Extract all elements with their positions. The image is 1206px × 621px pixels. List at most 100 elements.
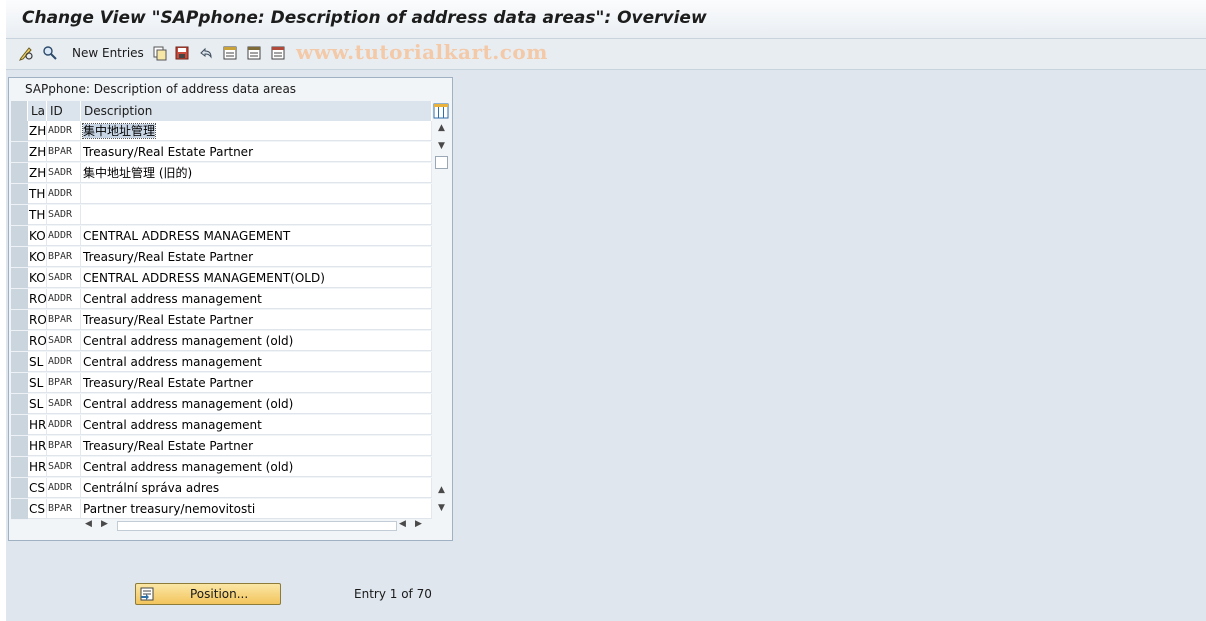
scroll-right-end-icon[interactable]: ▶	[415, 519, 422, 529]
table-row[interactable]: RO SADR Central address management (old)	[11, 331, 432, 352]
table-row[interactable]: HR BPAR Treasury/Real Estate Partner	[11, 436, 432, 457]
table-row[interactable]: ZH SADR 集中地址管理 (旧的)	[11, 163, 432, 184]
scroll-down-icon[interactable]: ▼	[438, 141, 445, 151]
row-selector[interactable]	[11, 205, 28, 226]
column-header-description[interactable]: Description	[81, 101, 432, 121]
table-row[interactable]: TH ADDR	[11, 184, 432, 205]
row-selector[interactable]	[11, 142, 28, 163]
cell-language: KO	[28, 247, 47, 267]
description-text: Central address management	[83, 418, 262, 432]
save-as-icon[interactable]	[174, 45, 190, 61]
row-selector[interactable]	[11, 457, 28, 478]
table-row[interactable]: KO BPAR Treasury/Real Estate Partner	[11, 247, 432, 268]
cell-description[interactable]: Central address management (old)	[81, 457, 432, 477]
deselect-icon[interactable]	[246, 45, 262, 61]
description-text: CENTRAL ADDRESS MANAGEMENT	[83, 229, 291, 243]
table-control-panel: SAPphone: Description of address data ar…	[8, 77, 453, 541]
row-selector[interactable]	[11, 121, 28, 142]
cell-language: RO	[28, 331, 47, 351]
table-row[interactable]: TH SADR	[11, 205, 432, 226]
horizontal-scroll-track[interactable]	[117, 521, 397, 531]
cell-description[interactable]: Central address management	[81, 289, 432, 309]
cell-description[interactable]: Treasury/Real Estate Partner	[81, 142, 432, 162]
display-glasses-icon[interactable]	[42, 45, 58, 61]
copy-icon[interactable]	[152, 45, 168, 61]
table-row[interactable]: SL ADDR Central address management	[11, 352, 432, 373]
cell-id: SADR	[47, 268, 81, 288]
description-text: Central address management (old)	[83, 334, 294, 348]
edit-pencil-icon[interactable]	[18, 45, 34, 61]
description-text: Central address management (old)	[83, 460, 294, 474]
cell-description[interactable]: Central address management (old)	[81, 331, 432, 351]
cell-language: RO	[28, 310, 47, 330]
position-icon	[140, 587, 154, 601]
cell-description[interactable]: Treasury/Real Estate Partner	[81, 247, 432, 267]
table-row[interactable]: KO ADDR CENTRAL ADDRESS MANAGEMENT	[11, 226, 432, 247]
table-row[interactable]: SL SADR Central address management (old)	[11, 394, 432, 415]
scroll-page-down-icon[interactable]: ▼	[438, 503, 445, 513]
row-selector[interactable]	[11, 331, 28, 352]
row-selector[interactable]	[11, 352, 28, 373]
cell-language: ZH	[28, 163, 47, 183]
row-selector[interactable]	[11, 289, 28, 310]
cell-description[interactable]: Treasury/Real Estate Partner	[81, 310, 432, 330]
column-header-id[interactable]: ID	[47, 101, 81, 121]
table-row[interactable]: SL BPAR Treasury/Real Estate Partner	[11, 373, 432, 394]
cell-description[interactable]: Centrální správa adres	[81, 478, 432, 498]
scroll-page-up-icon[interactable]: ▲	[438, 485, 445, 495]
cell-description[interactable]: Central address management (old)	[81, 394, 432, 414]
cell-description[interactable]: Treasury/Real Estate Partner	[81, 373, 432, 393]
cell-description[interactable]: Partner treasury/nemovitosti	[81, 499, 432, 519]
table-row[interactable]: RO BPAR Treasury/Real Estate Partner	[11, 310, 432, 331]
cell-description[interactable]	[81, 205, 432, 225]
column-header-la[interactable]: La	[28, 101, 47, 121]
row-selector[interactable]	[11, 373, 28, 394]
select-all-icon[interactable]	[222, 45, 238, 61]
table-row[interactable]: CS BPAR Partner treasury/nemovitosti	[11, 499, 432, 520]
table-row[interactable]: CS ADDR Centrální správa adres	[11, 478, 432, 499]
row-selector[interactable]	[11, 415, 28, 436]
cell-description[interactable]: Central address management	[81, 352, 432, 372]
table-row[interactable]: RO ADDR Central address management	[11, 289, 432, 310]
table-settings-icon[interactable]	[433, 103, 449, 119]
row-selector[interactable]	[11, 268, 28, 289]
select-block-icon[interactable]	[270, 45, 286, 61]
cell-description[interactable]: Treasury/Real Estate Partner	[81, 436, 432, 456]
position-button[interactable]: Position...	[135, 583, 281, 605]
select-all-rows-header[interactable]	[11, 101, 28, 121]
table-row[interactable]: KO SADR CENTRAL ADDRESS MANAGEMENT(OLD)	[11, 268, 432, 289]
cell-description[interactable]: 集中地址管理	[81, 121, 432, 141]
table-row[interactable]: HR ADDR Central address management	[11, 415, 432, 436]
cell-description[interactable]: 集中地址管理 (旧的)	[81, 163, 432, 183]
horizontal-scrollbar[interactable]: ◀ ▶ ◀ ▶	[81, 519, 434, 533]
row-selector[interactable]	[11, 436, 28, 457]
scroll-left-icon[interactable]: ◀	[85, 519, 92, 529]
row-selector[interactable]	[11, 394, 28, 415]
vertical-scrollbar[interactable]: ▲ ▼ ▲ ▼	[434, 121, 450, 516]
cell-description[interactable]: Central address management	[81, 415, 432, 435]
row-selector[interactable]	[11, 184, 28, 205]
scroll-up-icon[interactable]: ▲	[438, 123, 445, 133]
application-toolbar: New Entries www.tutorialkart.com	[6, 39, 1206, 70]
row-selector[interactable]	[11, 310, 28, 331]
table-row[interactable]: ZH ADDR 集中地址管理	[11, 121, 432, 142]
undo-icon[interactable]	[198, 45, 214, 61]
row-selector[interactable]	[11, 163, 28, 184]
table-row[interactable]: ZH BPAR Treasury/Real Estate Partner	[11, 142, 432, 163]
cell-description[interactable]: CENTRAL ADDRESS MANAGEMENT(OLD)	[81, 268, 432, 288]
row-selector[interactable]	[11, 226, 28, 247]
scroll-right-icon[interactable]: ▶	[101, 519, 108, 529]
cell-description[interactable]	[81, 184, 432, 204]
cell-id: BPAR	[47, 436, 81, 456]
cell-language: SL	[28, 394, 47, 414]
cell-description[interactable]: CENTRAL ADDRESS MANAGEMENT	[81, 226, 432, 246]
row-selector[interactable]	[11, 478, 28, 499]
table-row[interactable]: HR SADR Central address management (old)	[11, 457, 432, 478]
scroll-left-end-icon[interactable]: ◀	[399, 519, 406, 529]
description-text: Treasury/Real Estate Partner	[83, 376, 253, 390]
row-selector[interactable]	[11, 499, 28, 520]
cell-language: SL	[28, 352, 47, 372]
scroll-thumb[interactable]	[435, 156, 448, 169]
row-selector[interactable]	[11, 247, 28, 268]
new-entries-button[interactable]: New Entries	[72, 46, 144, 60]
